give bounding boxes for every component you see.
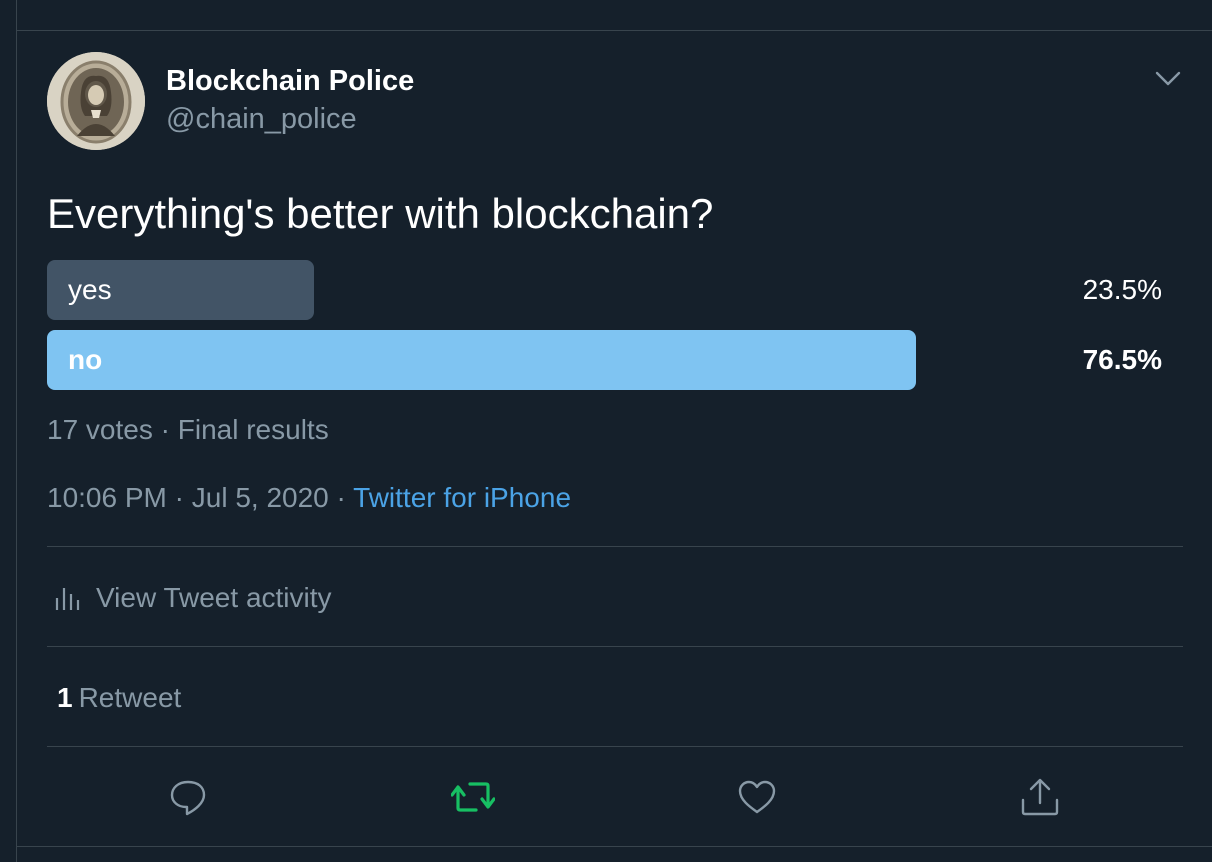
heart-icon [738, 780, 776, 814]
separator-dot: · [174, 482, 184, 513]
retweet-button[interactable] [450, 776, 496, 818]
tweet-detail-page: Blockchain Police @chain_police Everythi… [0, 0, 1212, 862]
separator-dot: · [160, 414, 170, 445]
reply-icon [170, 780, 206, 816]
tweet-date[interactable]: Jul 5, 2020 [192, 482, 329, 513]
retweet-label: Retweet [78, 682, 182, 713]
poll-bar-no [47, 330, 916, 390]
tweet-source-link[interactable]: Twitter for iPhone [353, 482, 571, 513]
poll-option-label: yes [68, 274, 112, 305]
divider [47, 646, 1183, 647]
divider [47, 746, 1183, 747]
tweet-timestamp: 10:06 PM · Jul 5, 2020 · Twitter for iPh… [47, 478, 571, 518]
chevron-down-icon [1155, 71, 1181, 86]
poll-option-percent: 76.5% [1082, 344, 1162, 375]
poll-option-label: no [68, 344, 103, 375]
author-handle[interactable]: @chain_police [166, 102, 357, 136]
separator-dot: · [336, 482, 346, 513]
reply-button[interactable] [167, 776, 209, 818]
column-left-border [16, 0, 17, 862]
author-display-name[interactable]: Blockchain Police [166, 64, 414, 98]
share-button[interactable] [1019, 776, 1061, 818]
portrait-engraving-avatar-icon [47, 52, 145, 150]
tweet-text: Everything's better with blockchain? [47, 190, 714, 237]
column-top-border [16, 30, 1212, 31]
bar-chart-icon [55, 588, 80, 610]
avatar[interactable] [47, 52, 145, 150]
retweet-icon [450, 782, 496, 812]
poll-option-percent: 23.5% [1082, 274, 1162, 305]
like-button[interactable] [736, 776, 778, 818]
retweet-count: 1 [57, 682, 73, 713]
tweet-time[interactable]: 10:06 PM [47, 482, 167, 513]
more-options-button[interactable] [1152, 62, 1184, 94]
share-icon [1021, 778, 1059, 816]
retweet-count-link[interactable]: 1 Retweet [57, 678, 181, 718]
poll-meta: 17 votes · Final results [47, 410, 329, 450]
divider [47, 546, 1183, 547]
column-bottom-border [16, 846, 1212, 847]
view-tweet-activity-label: View Tweet activity [96, 582, 332, 613]
poll-status: Final results [177, 414, 329, 445]
poll-vote-count: 17 votes [47, 414, 153, 445]
view-tweet-activity-link[interactable]: View Tweet activity [54, 578, 332, 618]
